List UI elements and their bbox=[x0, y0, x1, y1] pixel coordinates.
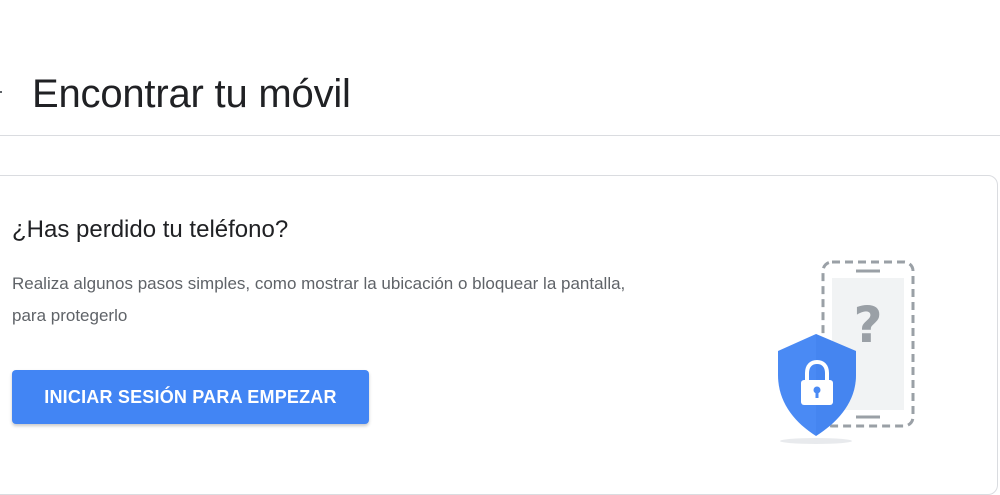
page-header: Encontrar tu móvil bbox=[0, 0, 1000, 136]
lock-keyhole-slot bbox=[815, 391, 819, 398]
card-title: ¿Has perdido tu teléfono? bbox=[12, 216, 289, 243]
arrow-back-icon[interactable] bbox=[0, 82, 6, 102]
shield-shadow bbox=[780, 438, 852, 444]
sign-in-to-start-button[interactable]: INICIAR SESIÓN PARA EMPEZAR bbox=[12, 370, 369, 424]
question-mark-icon: ? bbox=[853, 296, 882, 354]
page-title: Encontrar tu móvil bbox=[32, 72, 351, 116]
lost-phone-shield-icon: ? bbox=[760, 250, 930, 450]
card-description: Realiza algunos pasos simples, como most… bbox=[12, 274, 626, 325]
